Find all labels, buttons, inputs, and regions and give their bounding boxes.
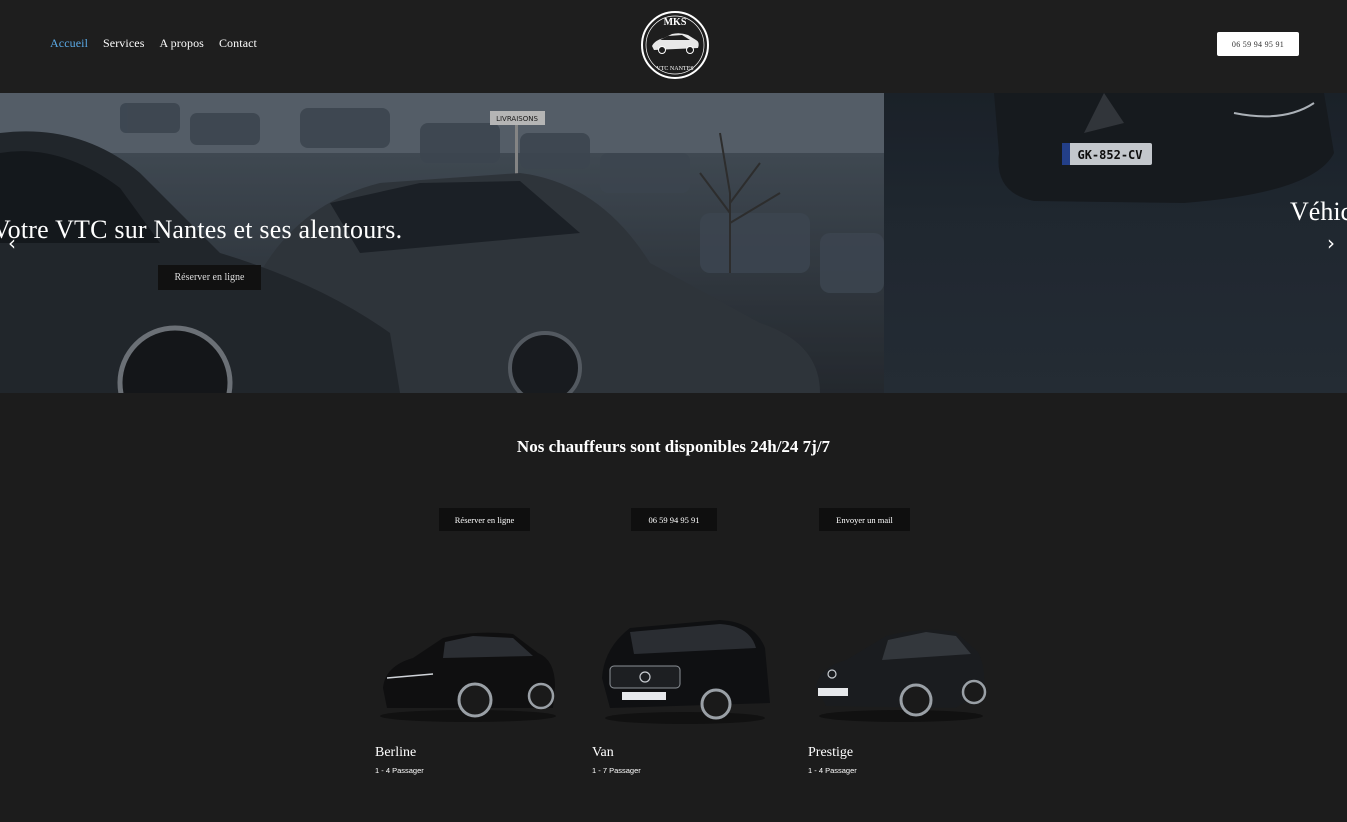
book-online-button[interactable]: Réserver en ligne: [439, 508, 530, 531]
hero-slide-2: GK-852-CV Véhic: [884, 93, 1347, 393]
availability-title: Nos chauffeurs sont disponibles 24h/24 7…: [516, 437, 831, 456]
main-nav: Accueil Services A propos Contact: [50, 36, 257, 51]
svg-text:MKS: MKS: [664, 17, 687, 28]
chevron-left-icon[interactable]: ‹: [8, 233, 22, 253]
nav-accueil[interactable]: Accueil: [50, 36, 88, 51]
berline-car-image: [380, 632, 556, 722]
vehicle-capacity: 1 - 4 Passager: [375, 766, 424, 775]
email-button[interactable]: Envoyer un mail: [819, 508, 910, 531]
mks-logo[interactable]: MKS VTC NANTES: [640, 10, 710, 80]
hero-slide-1: LIVRAISONS Votre VTC sur Nantes et ses a…: [0, 93, 884, 393]
site-header: Accueil Services A propos Contact MKS VT…: [0, 0, 1347, 93]
hero-slider: LIVRAISONS Votre VTC sur Nantes et ses a…: [0, 93, 1347, 393]
van-car-image: [602, 620, 770, 724]
vehicle-card-van[interactable]: Van 1 - 7 Passager: [590, 608, 780, 775]
chevron-right-icon[interactable]: ›: [1327, 233, 1341, 253]
vehicle-name: Van: [592, 745, 614, 760]
vehicle-card-berline[interactable]: Berline 1 - 4 Passager: [373, 608, 563, 775]
nav-contact[interactable]: Contact: [219, 36, 257, 51]
car-front-photo: GK-852-CV: [884, 93, 1347, 393]
vehicle-capacity: 1 - 4 Passager: [808, 766, 857, 775]
vehicle-name: Berline: [375, 745, 417, 760]
call-button[interactable]: 06 59 94 95 91: [631, 508, 717, 531]
vehicle-name: Prestige: [808, 745, 854, 760]
vehicle-capacity: 1 - 7 Passager: [592, 766, 641, 775]
prestige-car-image: [816, 629, 987, 722]
hero-title: Votre VTC sur Nantes et ses alentours.: [0, 215, 403, 244]
phone-button[interactable]: 06 59 94 95 91: [1217, 32, 1299, 56]
nav-services[interactable]: Services: [103, 36, 144, 51]
nav-a-propos[interactable]: A propos: [159, 36, 203, 51]
hero-title-2: Véhic: [1290, 197, 1347, 226]
hero-book-button[interactable]: Réserver en ligne: [158, 265, 261, 290]
vehicle-card-prestige[interactable]: Prestige 1 - 4 Passager: [806, 608, 996, 775]
svg-text:VTC NANTES: VTC NANTES: [656, 66, 693, 72]
